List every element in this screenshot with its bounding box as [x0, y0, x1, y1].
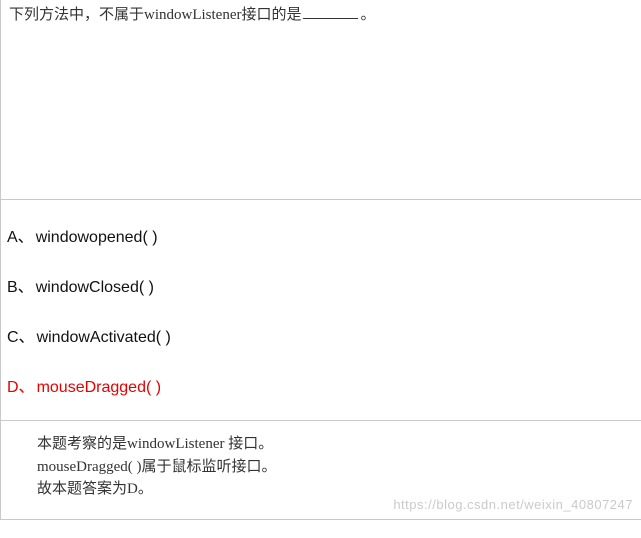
option-a[interactable]: A、windowopened( ) — [5, 218, 637, 252]
option-d[interactable]: D、mouseDragged( ) — [5, 368, 637, 402]
option-c[interactable]: C、windowActivated( ) — [5, 318, 637, 352]
option-a-text: windowopened( ) — [36, 229, 158, 246]
watermark: https://blog.csdn.net/weixin_40807247 — [393, 495, 633, 515]
option-c-text: windowActivated( ) — [37, 329, 171, 346]
option-b-letter: B、 — [7, 279, 34, 296]
option-c-letter: C、 — [7, 329, 35, 346]
question-post: 。 — [360, 7, 375, 23]
explanation-line-1: 本题考察的是windowListener 接口。 — [37, 433, 605, 456]
question-pre: 下列方法中，不属于windowListener接口的是 — [9, 7, 301, 23]
option-d-text: mouseDragged( ) — [37, 379, 162, 396]
question-panel: 下列方法中，不属于windowListener接口的是 。 — [0, 0, 641, 200]
options-panel: A、windowopened( ) B、windowClosed( ) C、wi… — [0, 200, 641, 421]
explanation-panel: 本题考察的是windowListener 接口。 mouseDragged( )… — [0, 421, 641, 520]
option-b-text: windowClosed( ) — [36, 279, 154, 296]
option-d-letter: D、 — [7, 379, 35, 396]
option-a-letter: A、 — [7, 229, 34, 246]
question-blank — [303, 6, 358, 20]
explanation-line-2: mouseDragged( )属于鼠标监听接口。 — [37, 456, 605, 479]
option-b[interactable]: B、windowClosed( ) — [5, 268, 637, 302]
question-text: 下列方法中，不属于windowListener接口的是 。 — [9, 4, 633, 27]
